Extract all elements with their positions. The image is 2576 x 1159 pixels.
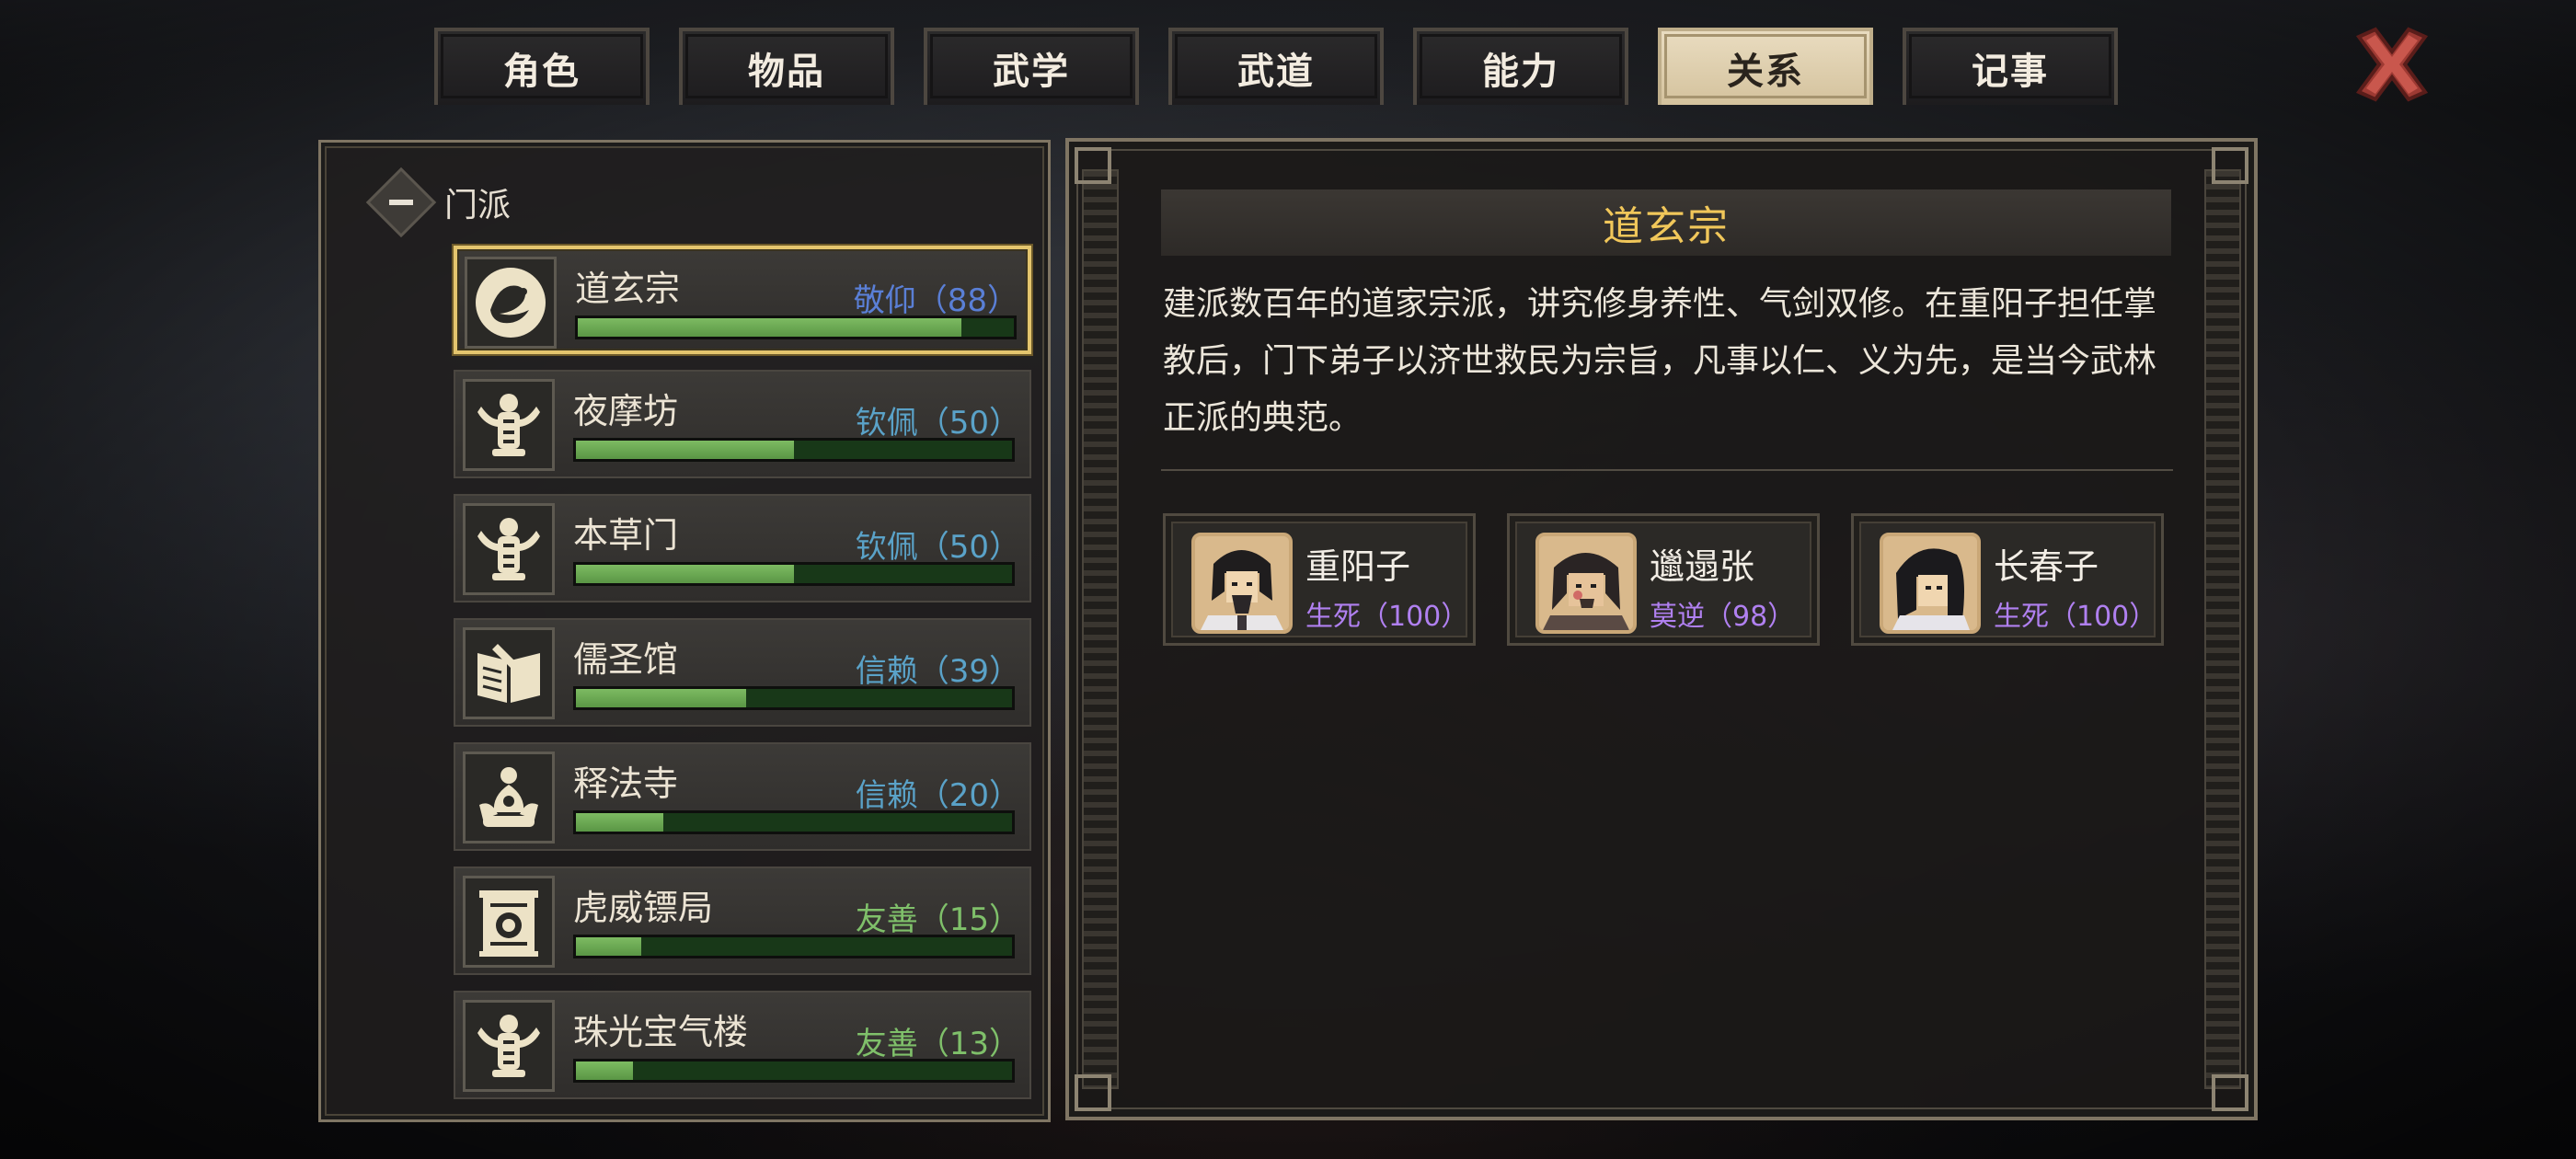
book-emblem-icon: [463, 627, 555, 719]
faction-item[interactable]: 释法寺 信赖（20）: [454, 742, 1031, 851]
corner-ornament: [2212, 1074, 2248, 1111]
collapse-minus-icon[interactable]: [365, 166, 437, 238]
divider: [1161, 469, 2173, 471]
faction-name: 道玄宗: [575, 269, 681, 309]
faction-item[interactable]: 虎威镖局 友善（15）: [454, 866, 1031, 975]
member-relation: 莫逆（98）: [1650, 601, 1796, 633]
member-card[interactable]: 长春子 生死（100）: [1851, 513, 2164, 646]
member-name: 邋遢张: [1650, 546, 1755, 587]
faction-group-header[interactable]: 门派: [365, 166, 512, 238]
faction-description: 建派数百年的道家宗派，讲究修身养性、气剑双修。在重阳子担任掌教后，门下弟子以济世…: [1163, 285, 2157, 437]
corner-ornament: [1075, 147, 1111, 184]
faction-item[interactable]: 珠光宝气楼 友善（13）: [454, 991, 1031, 1099]
tab-martial-arts[interactable]: 武学: [924, 28, 1139, 105]
relation-progress-bar: [573, 935, 1015, 958]
totem-emblem-icon: [463, 503, 555, 595]
faction-item[interactable]: 道玄宗 敬仰（88）: [454, 246, 1031, 354]
faction-item[interactable]: 夜摩坊 钦佩（50）: [454, 370, 1031, 478]
faction-name: 夜摩坊: [573, 391, 679, 431]
faction-list-panel: 门派 道玄宗 敬仰（88） 夜摩坊 钦佩（50） 本草门 钦佩（50） 儒圣馆 …: [318, 140, 1051, 1122]
totem-emblem-icon: [463, 379, 555, 471]
totem-emblem-icon: [463, 1000, 555, 1092]
elder-portrait-icon: [1191, 533, 1293, 634]
faction-item[interactable]: 本草门 钦佩（50）: [454, 494, 1031, 602]
member-name: 长春子: [1994, 546, 2099, 587]
faction-relation: 钦佩（50）: [855, 405, 1020, 442]
faction-relation: 友善（13）: [855, 1026, 1020, 1062]
corner-ornament: [1075, 1074, 1111, 1111]
relation-progress-bar: [573, 562, 1015, 586]
tab-character[interactable]: 角色: [434, 28, 650, 105]
faction-name: 释法寺: [573, 763, 679, 804]
tab-journal[interactable]: 记事: [1903, 28, 2118, 105]
close-button[interactable]: [2348, 20, 2436, 109]
member-card[interactable]: 重阳子 生死（100）: [1163, 513, 1476, 646]
faction-relation: 敬仰（88）: [853, 282, 1018, 319]
crane-emblem-icon: [465, 257, 557, 349]
faction-relation: 信赖（20）: [855, 777, 1020, 814]
member-name: 重阳子: [1305, 546, 1411, 587]
tab-bar: 角色 物品 武学 武道 能力 关系 记事: [434, 28, 2147, 105]
faction-name: 珠光宝气楼: [573, 1012, 749, 1052]
faction-title: 道玄宗: [1161, 189, 2171, 256]
relation-progress-bar: [575, 316, 1017, 339]
banner-emblem-icon: [463, 876, 555, 968]
member-relation: 生死（100）: [1305, 601, 1469, 633]
corner-ornament: [2212, 147, 2248, 184]
faction-name: 本草门: [573, 515, 679, 556]
border-ornament: [2204, 169, 2241, 1089]
faction-relation: 友善（15）: [855, 901, 1020, 938]
tab-abilities[interactable]: 能力: [1413, 28, 1628, 105]
faction-relation: 信赖（39）: [855, 653, 1020, 690]
relation-progress-bar: [573, 438, 1015, 462]
faction-name: 儒圣馆: [573, 639, 679, 680]
close-x-icon: [2355, 27, 2429, 102]
member-card[interactable]: 邋遢张 莫逆（98）: [1507, 513, 1820, 646]
faction-list: 道玄宗 敬仰（88） 夜摩坊 钦佩（50） 本草门 钦佩（50） 儒圣馆 信赖（…: [454, 246, 1031, 1115]
member-list: 重阳子 生死（100） 邋遢张 莫逆（98） 长春子 生死（100）: [1163, 513, 2195, 646]
relation-progress-bar: [573, 810, 1015, 834]
relation-progress-bar: [573, 1059, 1015, 1083]
relation-progress-bar: [573, 686, 1015, 710]
faction-detail-panel: 道玄宗 建派数百年的道家宗派，讲究修身养性、气剑双修。在重阳子担任掌教后，门下弟…: [1065, 138, 2258, 1120]
border-ornament: [1082, 169, 1119, 1089]
tab-martial-way[interactable]: 武道: [1168, 28, 1384, 105]
group-label: 门派: [444, 187, 512, 224]
lotus-emblem-icon: [463, 752, 555, 843]
member-relation: 生死（100）: [1994, 601, 2157, 633]
swordsman-portrait-icon: [1880, 533, 1981, 634]
faction-name: 虎威镖局: [573, 888, 714, 928]
faction-relation: 钦佩（50）: [855, 529, 1020, 566]
beggar-portrait-icon: [1535, 533, 1637, 634]
tab-items[interactable]: 物品: [679, 28, 894, 105]
tab-relations[interactable]: 关系: [1658, 28, 1873, 105]
faction-item[interactable]: 儒圣馆 信赖（39）: [454, 618, 1031, 727]
